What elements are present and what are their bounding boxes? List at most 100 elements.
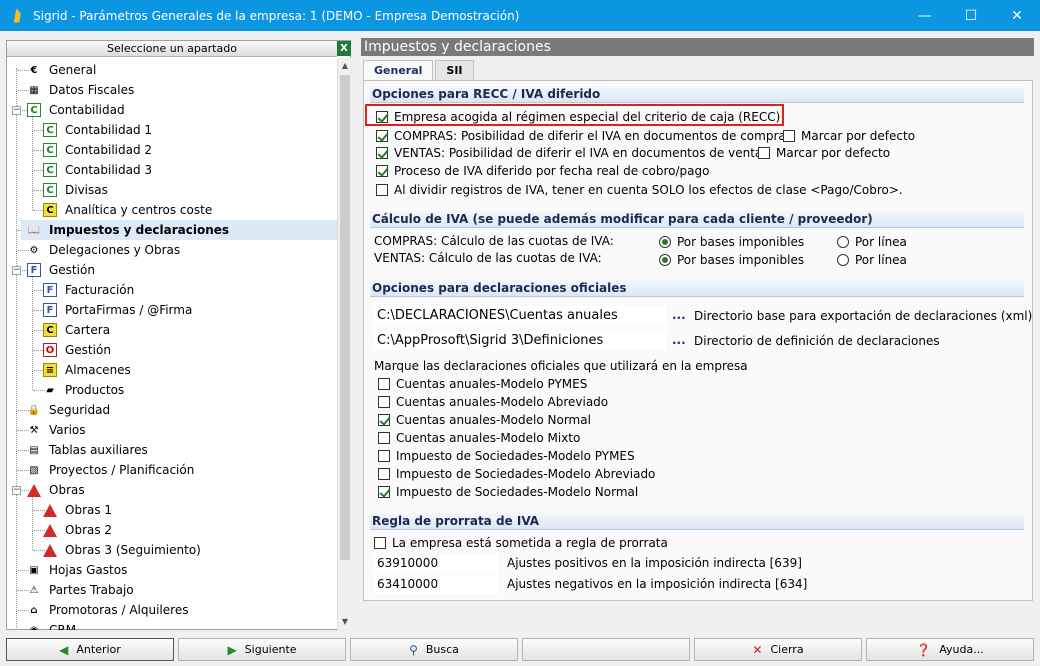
dir-def-browse-button[interactable]: ...	[672, 333, 686, 347]
sidebar-item[interactable]: C Divisas	[43, 180, 307, 200]
sidebar-item[interactable]: C Contabilidad 3	[43, 160, 307, 180]
ajustes-positivos-input[interactable]: 63910000	[373, 554, 498, 573]
scroll-thumb[interactable]	[340, 75, 350, 560]
sidebar-item-label: Facturación	[65, 283, 135, 297]
ventas-bases-radio-row[interactable]: Por bases imponibles	[659, 253, 804, 267]
prorrata-row[interactable]: La empresa está sometida a regla de pror…	[374, 536, 668, 550]
compras-diferir-checkbox[interactable]	[376, 130, 388, 142]
sidebar-item[interactable]: € General	[27, 60, 307, 80]
declaracion-modelo-row[interactable]: Cuentas anuales-Modelo Normal	[378, 413, 591, 427]
sidebar-item[interactable]: 🔒 Seguridad	[27, 400, 307, 420]
sidebar-item[interactable]: ⚠ Partes Trabajo	[27, 580, 307, 600]
dir-def-input[interactable]: C:\AppProsoft\Sigrid 3\Definiciones	[373, 331, 666, 350]
declaracion-modelo-row[interactable]: Impuesto de Sociedades-Modelo PYMES	[378, 449, 635, 463]
ayuda-button[interactable]: ❓ Ayuda...	[866, 638, 1034, 661]
compras-diferir-row[interactable]: COMPRAS: Posibilidad de diferir el IVA e…	[376, 129, 786, 143]
collapse-icon[interactable]: −	[12, 266, 21, 275]
proceso-diferido-checkbox[interactable]	[376, 165, 388, 177]
empty-button[interactable]	[522, 638, 690, 661]
sidebar-item[interactable]: ▣ Hojas Gastos	[27, 560, 307, 580]
sidebar-item[interactable]: Obras 3 (Seguimiento)	[43, 540, 307, 560]
sidebar-item[interactable]: Obras 2	[43, 520, 307, 540]
close-window-button[interactable]: ✕	[994, 0, 1040, 31]
declaracion-modelo-row[interactable]: Impuesto de Sociedades-Modelo Abreviado	[378, 467, 655, 481]
sidebar-item[interactable]: Obras	[27, 480, 307, 500]
collapse-icon[interactable]: −	[12, 486, 21, 495]
compras-marcar-row[interactable]: Marcar por defecto	[783, 129, 915, 143]
declaracion-modelo-row[interactable]: Cuentas anuales-Modelo Mixto	[378, 431, 580, 445]
ventas-marcar-row[interactable]: Marcar por defecto	[758, 146, 890, 160]
declaracion-modelo-row[interactable]: Impuesto de Sociedades-Modelo Normal	[378, 485, 638, 499]
declaracion-modelo-checkbox[interactable]	[378, 432, 390, 444]
sidebar-item[interactable]: C Contabilidad 1	[43, 120, 307, 140]
compras-bases-radio[interactable]	[659, 236, 671, 248]
declaracion-modelo-row[interactable]: Cuentas anuales-Modelo PYMES	[378, 377, 587, 391]
ventas-bases-radio[interactable]	[659, 254, 671, 266]
dir-base-input[interactable]: C:\DECLARACIONES\Cuentas anuales	[373, 306, 666, 325]
sidebar-item-label: Cartera	[65, 323, 111, 337]
sidebar-item[interactable]: C Contabilidad	[27, 100, 307, 120]
compras-marcar-checkbox[interactable]	[783, 130, 795, 142]
declaracion-modelo-checkbox[interactable]	[378, 486, 390, 498]
sidebar-item[interactable]: C Cartera	[43, 320, 307, 340]
compras-linea-radio-row[interactable]: Por línea	[837, 235, 907, 249]
sidebar-item[interactable]: F Facturación	[43, 280, 307, 300]
declaracion-modelo-row[interactable]: Cuentas anuales-Modelo Abreviado	[378, 395, 608, 409]
sidebar-item[interactable]: ⚙ Delegaciones y Obras	[27, 240, 307, 260]
sidebar-item-label: Obras 2	[65, 523, 113, 537]
sidebar-item[interactable]: ◉ CRM	[27, 620, 307, 630]
siguiente-button[interactable]: ▶ Siguiente	[178, 638, 346, 661]
sidebar-item[interactable]: ▰ Productos	[43, 380, 307, 400]
sidebar-item[interactable]: C Contabilidad 2	[43, 140, 307, 160]
sidebar-item[interactable]: ⌂ Promotoras / Alquileres	[27, 600, 307, 620]
ventas-diferir-checkbox[interactable]	[376, 147, 388, 159]
cierra-button[interactable]: ✕ Cierra	[694, 638, 862, 661]
prorrata-checkbox[interactable]	[374, 537, 386, 549]
marque-label: Marque las declaraciones oficiales que u…	[374, 359, 748, 373]
ajustes-negativos-input[interactable]: 63410000	[373, 575, 498, 594]
declaracion-modelo-checkbox[interactable]	[378, 414, 390, 426]
sidebar-item[interactable]: ≡ Almacenes	[43, 360, 307, 380]
compras-bases-radio-row[interactable]: Por bases imponibles	[659, 235, 804, 249]
declaracion-modelo-checkbox[interactable]	[378, 468, 390, 480]
sidebar-item[interactable]: ▦ Datos Fiscales	[27, 80, 307, 100]
tab-general[interactable]: General	[363, 60, 434, 80]
anterior-button[interactable]: ◀ Anterior	[6, 638, 174, 661]
ventas-diferir-row[interactable]: VENTAS: Posibilidad de diferir el IVA en…	[376, 146, 762, 160]
sidebar-item-label: Obras 3 (Seguimiento)	[65, 543, 201, 557]
dir-base-browse-button[interactable]: ...	[672, 308, 686, 322]
sidebar-item[interactable]: ▧ Proyectos / Planificación	[27, 460, 307, 480]
maximize-button[interactable]: ☐	[948, 0, 994, 31]
declaracion-modelo-checkbox[interactable]	[378, 378, 390, 390]
tab-sii[interactable]: SII	[435, 60, 474, 80]
dividir-registros-row[interactable]: Al dividir registros de IVA, tener en cu…	[376, 183, 903, 197]
sidebar-item[interactable]: F PortaFirmas / @Firma	[43, 300, 307, 320]
help-icon: ❓	[916, 642, 932, 657]
scroll-up-icon[interactable]: ▲	[338, 58, 352, 74]
sidebar-item-label: Proyectos / Planificación	[49, 463, 195, 477]
compras-linea-radio[interactable]	[837, 236, 849, 248]
ventas-linea-radio-row[interactable]: Por línea	[837, 253, 907, 267]
sidebar-item-label: CRM	[49, 623, 77, 630]
sidebar-item[interactable]: 📖 Impuestos y declaraciones	[21, 220, 337, 240]
proceso-diferido-row[interactable]: Proceso de IVA diferido por fecha real d…	[376, 164, 709, 178]
sidebar-scrollbar[interactable]: ▲ ▼	[337, 58, 351, 630]
ventas-linea-radio[interactable]	[837, 254, 849, 266]
ventas-marcar-checkbox[interactable]	[758, 147, 770, 159]
sidebar-item[interactable]: F Gestión	[27, 260, 307, 280]
dividir-registros-checkbox[interactable]	[376, 184, 388, 196]
minimize-button[interactable]: —	[902, 0, 948, 31]
sidebar-item[interactable]: C Analítica y centros coste	[43, 200, 307, 220]
collapse-icon[interactable]: −	[12, 106, 21, 115]
scroll-down-icon[interactable]: ▼	[338, 614, 352, 630]
sidebar-item[interactable]: Obras 1	[43, 500, 307, 520]
excel-icon[interactable]: X	[337, 41, 351, 56]
sidebar-item[interactable]: O Gestión	[43, 340, 307, 360]
eraser-icon: ▰	[46, 384, 54, 396]
sidebar-item[interactable]: ▤ Tablas auxiliares	[27, 440, 307, 460]
busca-button[interactable]: ⚲ Busca	[350, 638, 518, 661]
declaracion-modelo-checkbox[interactable]	[378, 450, 390, 462]
sidebar-item[interactable]: ⚒ Varios	[27, 420, 307, 440]
declaracion-modelo-checkbox[interactable]	[378, 396, 390, 408]
footer-toolbar: ◀ Anterior ▶ Siguiente ⚲ Busca ✕ Cierra …	[0, 638, 1040, 662]
